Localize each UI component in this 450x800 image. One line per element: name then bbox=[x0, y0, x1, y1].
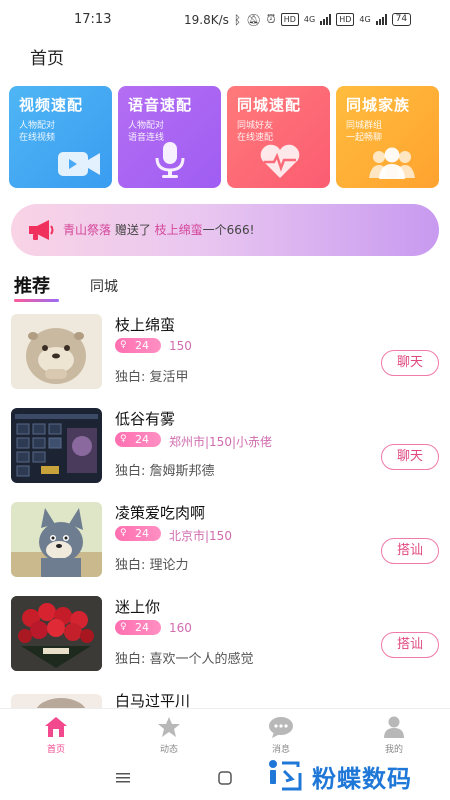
user-info: 北京市|150 bbox=[169, 529, 232, 543]
card-local-match[interactable]: 同城速配 同城好友 在线速配 bbox=[227, 86, 330, 188]
watermark-text: 粉蝶数码 bbox=[312, 764, 412, 793]
card-subtitle: 在线视频 bbox=[19, 133, 56, 143]
person-icon bbox=[364, 715, 424, 739]
list-item[interactable]: 白马过平川 bbox=[0, 680, 450, 708]
otter-avatar[interactable] bbox=[11, 314, 102, 389]
list-item[interactable]: 迷上你 ♀ 24 160 独白: 喜欢一个人的感觉 搭讪 bbox=[0, 586, 450, 680]
female-icon: ♀ bbox=[120, 528, 127, 538]
gift-announcement[interactable]: 青山祭落 赠送了 枝上绵蛮一个666! bbox=[11, 204, 439, 256]
chat-bubble-icon bbox=[251, 715, 311, 739]
card-subtitle: 在线速配 bbox=[237, 133, 274, 143]
announcement-action: 赠送了 bbox=[111, 223, 155, 237]
status-icons: 19.8K/s ᛒ 🔕︎ ⏰︎ HD 4G HD 4G 74 bbox=[184, 12, 412, 27]
mute-icon: 🔕︎ bbox=[246, 12, 262, 27]
tab-local[interactable]: 同城 bbox=[90, 276, 118, 296]
nav-messages[interactable]: 消息 bbox=[251, 715, 311, 755]
star-icon bbox=[139, 715, 199, 739]
greet-button[interactable]: 搭讪 bbox=[381, 632, 439, 658]
nav-moments[interactable]: 动态 bbox=[139, 715, 199, 755]
network-type-1: 4G bbox=[303, 15, 316, 24]
network-type-2: 4G bbox=[359, 15, 371, 24]
cartoon-cat-avatar[interactable] bbox=[11, 502, 102, 577]
user-info: 150 bbox=[169, 339, 192, 353]
network-speed: 19.8K/s bbox=[184, 12, 229, 27]
page-title: 首页 bbox=[30, 49, 64, 69]
battery-icon: 74 bbox=[391, 13, 412, 26]
bottom-nav: 首页 动态 消息 我的 bbox=[0, 708, 450, 759]
menu-icon[interactable] bbox=[116, 772, 130, 784]
age-badge: ♀ 24 bbox=[115, 620, 161, 635]
list-item[interactable]: 枝上绵蛮 ♀ 24 150 独白: 复活甲 聊天 bbox=[0, 304, 450, 398]
user-monologue: 独白: 詹姆斯邦德 bbox=[115, 464, 215, 479]
alarm-icon: ⏰︎ bbox=[266, 12, 276, 26]
user-monologue: 独白: 复活甲 bbox=[115, 370, 189, 385]
feature-cards: 视频速配 人物配对 在线视频 语音速配 人物配对 语音连线 同城速配 同城好友 … bbox=[9, 86, 439, 188]
user-info: 160 bbox=[169, 621, 192, 635]
user-name: 枝上绵蛮 bbox=[115, 316, 176, 334]
age-badge: ♀ 24 bbox=[115, 432, 161, 447]
heartbeat-icon bbox=[260, 144, 300, 178]
card-voice-match[interactable]: 语音速配 人物配对 语音连线 bbox=[118, 86, 221, 188]
chat-button[interactable]: 聊天 bbox=[381, 350, 439, 376]
card-title: 语音速配 bbox=[128, 96, 193, 114]
user-name: 凌策爱吃肉啊 bbox=[115, 504, 206, 522]
card-local-family[interactable]: 同城家族 同城群组 一起畅聊 bbox=[336, 86, 439, 188]
group-icon bbox=[369, 147, 415, 179]
user-name: 迷上你 bbox=[115, 598, 161, 616]
signal-icon-2 bbox=[375, 14, 387, 25]
watermark-logo-icon bbox=[269, 760, 302, 791]
card-video-match[interactable]: 视频速配 人物配对 在线视频 bbox=[9, 86, 112, 188]
user-name: 白马过平川 bbox=[115, 692, 191, 708]
signal-icon bbox=[320, 14, 332, 25]
greet-button[interactable]: 搭讪 bbox=[381, 538, 439, 564]
announcement-text: 青山祭落 赠送了 枝上绵蛮一个666! bbox=[63, 221, 254, 238]
card-title: 同城速配 bbox=[237, 96, 302, 114]
home-icon bbox=[26, 715, 86, 739]
status-bar: 17:13 19.8K/s ᛒ 🔕︎ ⏰︎ HD 4G HD 4G 74 bbox=[0, 0, 450, 38]
home-square-icon[interactable] bbox=[218, 771, 232, 785]
nav-home[interactable]: 首页 bbox=[26, 715, 86, 755]
nav-profile[interactable]: 我的 bbox=[364, 715, 424, 755]
status-time: 17:13 bbox=[74, 12, 112, 27]
age-badge: ♀ 24 bbox=[115, 526, 161, 541]
sender-name[interactable]: 青山祭落 bbox=[63, 223, 111, 237]
female-icon: ♀ bbox=[120, 434, 127, 444]
user-info: 郑州市|150|小赤佬 bbox=[169, 435, 272, 449]
video-camera-icon bbox=[58, 152, 100, 176]
roses-avatar[interactable] bbox=[11, 596, 102, 671]
female-icon: ♀ bbox=[120, 340, 127, 350]
partial-avatar[interactable] bbox=[11, 694, 102, 708]
tab-underline bbox=[14, 299, 59, 302]
user-monologue: 独白: 喜欢一个人的感觉 bbox=[115, 652, 254, 667]
game-screen-avatar[interactable] bbox=[11, 408, 102, 483]
age-badge: ♀ 24 bbox=[115, 338, 161, 353]
card-title: 同城家族 bbox=[346, 96, 411, 114]
list-item[interactable]: 凌策爱吃肉啊 ♀ 24 北京市|150 独白: 理论力 搭讪 bbox=[0, 492, 450, 586]
bluetooth-icon: ᛒ bbox=[233, 12, 242, 27]
hd-icon: HD bbox=[280, 13, 299, 26]
hd-icon-2: HD bbox=[336, 13, 355, 26]
female-icon: ♀ bbox=[120, 622, 127, 632]
tab-recommend[interactable]: 推荐 bbox=[14, 272, 50, 298]
card-title: 视频速配 bbox=[19, 96, 84, 114]
microphone-icon bbox=[155, 142, 185, 178]
megaphone-icon bbox=[29, 220, 54, 240]
watermark: 粉蝶数码 bbox=[266, 759, 412, 793]
user-monologue: 独白: 理论力 bbox=[115, 558, 189, 573]
gift-text: 一个666! bbox=[202, 223, 255, 237]
chat-button[interactable]: 聊天 bbox=[381, 444, 439, 470]
card-subtitle: 一起畅聊 bbox=[346, 133, 383, 143]
receiver-name[interactable]: 枝上绵蛮 bbox=[155, 223, 203, 237]
list-item[interactable]: 低谷有雾 ♀ 24 郑州市|150|小赤佬 独白: 詹姆斯邦德 聊天 bbox=[0, 398, 450, 492]
user-name: 低谷有雾 bbox=[115, 410, 176, 428]
